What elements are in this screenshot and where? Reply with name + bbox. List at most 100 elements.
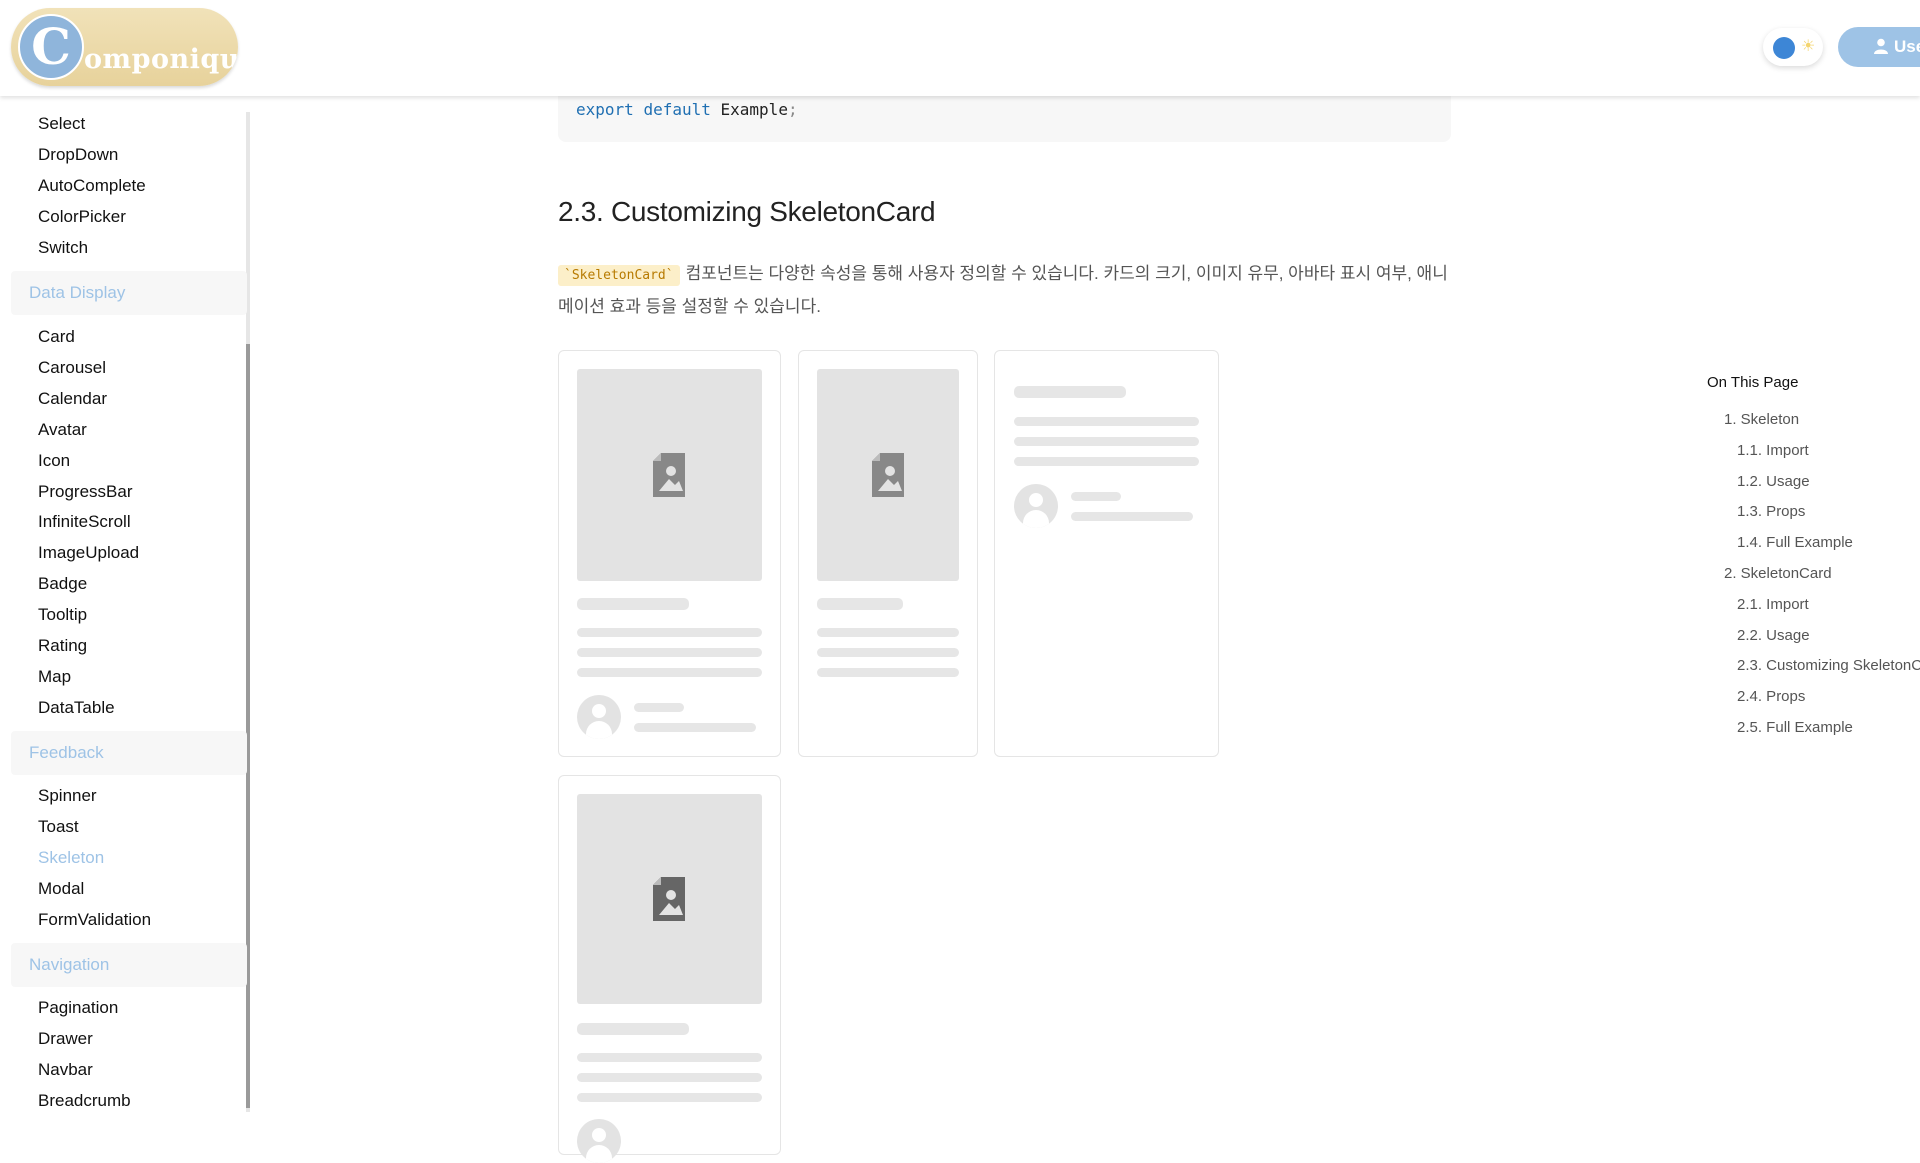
user-button[interactable]: User [1838, 27, 1920, 67]
skeleton-avatar-name-line [634, 703, 684, 712]
toc-item[interactable]: 2.4. Props [1737, 688, 1805, 706]
sidebar-item-progressbar[interactable]: ProgressBar [38, 482, 132, 502]
skeleton-title-line [577, 598, 689, 610]
section-paragraph: `SkeletonCard` 컴포넌트는 다양한 속성을 통해 사용자 정의할 수… [558, 258, 1448, 322]
logo-letter: C [18, 14, 84, 80]
sidebar-item-drawer[interactable]: Drawer [38, 1029, 93, 1049]
sidebar-item-imageupload[interactable]: ImageUpload [38, 543, 139, 563]
sun-icon: ☀ [1801, 38, 1816, 55]
skeleton-card-1 [558, 350, 781, 757]
user-icon [1874, 27, 1888, 67]
sidebar-item-skeleton[interactable]: Skeleton [38, 848, 104, 868]
sidebar: Select DropDown AutoComplete ColorPicker Swi… [0, 96, 250, 1124]
skeleton-text-line [577, 668, 762, 677]
sidebar-category-label: Data Display [29, 283, 126, 302]
sidebar-item-icon[interactable]: Icon [38, 451, 70, 471]
skeleton-card-3 [994, 350, 1219, 757]
skeleton-avatar-sub-line [1071, 512, 1193, 521]
toc-item[interactable]: 2.1. Import [1737, 596, 1809, 614]
image-file-icon [653, 453, 685, 497]
toc-item[interactable]: 1.3. Props [1737, 503, 1805, 521]
sidebar-item-calendar[interactable]: Calendar [38, 389, 107, 409]
skeleton-text-line [577, 628, 762, 637]
code-identifier: Example [720, 100, 788, 119]
toc-item[interactable]: 2.2. Usage [1737, 627, 1810, 645]
logo[interactable]: C omponique [11, 8, 238, 86]
skeleton-text-line [1014, 457, 1199, 466]
sidebar-scrollbar-thumb[interactable] [246, 344, 250, 1108]
toc-item[interactable]: 2. SkeletonCard [1724, 565, 1832, 583]
toc-title: On This Page [1707, 374, 1799, 391]
skeleton-text-line [817, 628, 959, 637]
sidebar-item-badge[interactable]: Badge [38, 574, 87, 594]
code-keyword-export: export [576, 100, 634, 119]
user-button-label: User [1894, 37, 1920, 56]
sidebar-item-toast[interactable]: Toast [38, 817, 79, 837]
sidebar-item-dropdown[interactable]: DropDown [38, 145, 118, 165]
skeleton-image [577, 369, 762, 581]
skeleton-text-line [577, 1073, 762, 1082]
image-file-icon [653, 877, 685, 921]
sidebar-item-datatable[interactable]: DataTable [38, 698, 115, 718]
skeleton-avatar [577, 695, 621, 739]
sidebar-category-label: Feedback [29, 743, 104, 762]
sidebar-item-colorpicker[interactable]: ColorPicker [38, 207, 126, 227]
theme-toggle-knob [1773, 37, 1795, 59]
theme-toggle[interactable]: ☀ [1763, 28, 1823, 66]
paragraph-text: 컴포넌트는 다양한 속성을 통해 사용자 정의할 수 있습니다. 카드의 크기,… [558, 264, 1448, 316]
sidebar-category-data-display[interactable]: Data Display [11, 271, 247, 315]
sidebar-item-rating[interactable]: Rating [38, 636, 87, 656]
image-file-icon [872, 453, 904, 497]
sidebar-item-navbar[interactable]: Navbar [38, 1060, 93, 1080]
skeleton-text-line [577, 1093, 762, 1102]
sidebar-item-autocomplete[interactable]: AutoComplete [38, 176, 146, 196]
sidebar-item-map[interactable]: Map [38, 667, 71, 687]
skeleton-avatar-sub-line [634, 723, 756, 732]
skeleton-image [577, 794, 762, 1004]
skeleton-text-line [1014, 417, 1199, 426]
skeleton-text-line [577, 648, 762, 657]
sidebar-item-select[interactable]: Select [38, 114, 85, 134]
sidebar-item-tooltip[interactable]: Tooltip [38, 605, 87, 625]
sidebar-category-navigation[interactable]: Navigation [11, 943, 247, 987]
skeleton-card-4 [558, 775, 781, 1163]
code-semicolon: ; [787, 100, 798, 119]
top-header: C omponique ☀ User [0, 0, 1920, 96]
skeleton-avatar-name-line [1071, 492, 1121, 501]
toc-item[interactable]: 1.4. Full Example [1737, 534, 1853, 552]
skeleton-text-line [817, 668, 959, 677]
section-heading: 2.3. Customizing SkeletonCard [558, 196, 936, 227]
skeleton-title-line [1014, 386, 1126, 398]
sidebar-item-avatar[interactable]: Avatar [38, 420, 87, 440]
skeleton-image [817, 369, 959, 581]
toc-item[interactable]: 1. Skeleton [1724, 411, 1799, 429]
sidebar-item-spinner[interactable]: Spinner [38, 786, 97, 806]
sidebar-item-card[interactable]: Card [38, 327, 75, 347]
inline-code: `SkeletonCard` [558, 265, 680, 286]
code-line: export default Example; [576, 100, 798, 120]
sidebar-item-modal[interactable]: Modal [38, 879, 84, 899]
skeleton-text-line [817, 648, 959, 657]
sidebar-item-infinitescroll[interactable]: InfiniteScroll [38, 512, 131, 532]
sidebar-item-switch[interactable]: Switch [38, 238, 88, 258]
sidebar-item-breadcrumb[interactable]: Breadcrumb [38, 1091, 131, 1111]
toc-item[interactable]: 2.3. Customizing SkeletonCard [1737, 657, 1920, 675]
sidebar-category-label: Navigation [29, 955, 110, 974]
skeleton-card-2 [798, 350, 978, 757]
skeleton-text-line [1014, 437, 1199, 446]
sidebar-item-formvalidation[interactable]: FormValidation [38, 910, 151, 930]
skeleton-avatar [577, 1119, 621, 1163]
skeleton-title-line [577, 1023, 689, 1035]
code-keyword-default: default [643, 100, 711, 119]
sidebar-item-pagination[interactable]: Pagination [38, 998, 118, 1018]
sidebar-category-feedback[interactable]: Feedback [11, 731, 247, 775]
skeleton-title-line [817, 598, 903, 610]
skeleton-avatar [1014, 484, 1058, 528]
toc-item[interactable]: 1.1. Import [1737, 442, 1809, 460]
sidebar-item-carousel[interactable]: Carousel [38, 358, 106, 378]
skeleton-text-line [577, 1053, 762, 1062]
logo-text: omponique [84, 44, 238, 75]
toc-item[interactable]: 2.5. Full Example [1737, 719, 1853, 737]
toc-item[interactable]: 1.2. Usage [1737, 473, 1810, 491]
code-block: export default Example; [558, 90, 1451, 142]
